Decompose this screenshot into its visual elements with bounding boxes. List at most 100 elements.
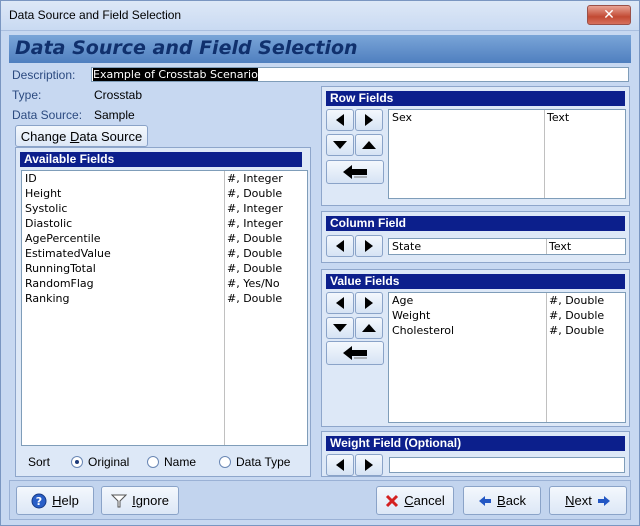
title-bar: Data Source and Field Selection ✕ [1, 1, 639, 31]
list-item[interactable]: EstimatedValue #, Double [22, 246, 307, 261]
add-value-field-button[interactable] [355, 292, 383, 314]
remove-all-value-fields-button[interactable] [326, 341, 384, 365]
big-arrow-left-icon [343, 346, 367, 360]
description-value: Example of Crosstab Scenario [93, 68, 258, 81]
data-source-label: Data Source: [12, 108, 83, 122]
list-item[interactable]: Sex Text [389, 110, 625, 125]
list-item[interactable]: Systolic #, Integer [22, 201, 307, 216]
list-item[interactable]: State Text [389, 239, 625, 254]
field-name: RunningTotal [25, 262, 96, 275]
add-row-field-button[interactable] [355, 109, 383, 131]
field-type: Text [547, 111, 570, 124]
big-arrow-left-icon [343, 165, 367, 179]
cancel-label: ancel [413, 493, 445, 508]
weight-field-header: Weight Field (Optional) [326, 436, 625, 451]
remove-all-row-fields-button[interactable] [326, 160, 384, 184]
dialog-window: Data Source and Field Selection ✕ Data S… [0, 0, 640, 526]
column-field-header: Column Field [326, 216, 625, 231]
list-item[interactable]: Height #, Double [22, 186, 307, 201]
field-name: Age [392, 294, 414, 307]
change-data-source-button[interactable]: Change Data Source [15, 125, 148, 147]
sort-name-radio[interactable]: Name [147, 455, 196, 469]
sort-label: Sort [28, 455, 51, 469]
field-type: #, Double [549, 324, 605, 337]
back-button[interactable]: Back [463, 486, 541, 515]
arrow-right-icon [365, 240, 373, 252]
remove-weight-field-button[interactable] [326, 454, 354, 476]
close-icon: ✕ [603, 7, 615, 23]
next-button[interactable]: Next [549, 486, 627, 515]
list-item[interactable]: ID #, Integer [22, 171, 307, 186]
heading-band: Data Source and Field Selection [9, 35, 631, 63]
list-item[interactable]: Ranking #, Double [22, 291, 307, 306]
arrow-up-icon [362, 141, 376, 149]
column-field-box[interactable]: State Text [388, 238, 626, 255]
row-fields-list[interactable]: Sex Text [388, 109, 626, 199]
cancel-accel: C [404, 493, 414, 508]
field-name: Height [25, 187, 62, 200]
arrow-right-icon [365, 459, 373, 471]
move-row-down-button[interactable] [326, 134, 354, 156]
field-type: Text [549, 240, 572, 253]
field-name: EstimatedValue [25, 247, 111, 260]
radio-selected-icon [71, 456, 83, 468]
field-name: Cholesterol [392, 324, 455, 337]
list-item[interactable]: RandomFlag #, Yes/No [22, 276, 307, 291]
arrow-down-icon [333, 324, 347, 332]
field-type: #, Double [227, 247, 283, 260]
remove-column-field-button[interactable] [326, 235, 354, 257]
column-field-panel: Column Field State Text [321, 211, 630, 263]
add-column-field-button[interactable] [355, 235, 383, 257]
sort-name-label: Name [164, 455, 197, 469]
type-value: Crosstab [94, 88, 143, 102]
back-label: ack [505, 493, 526, 508]
field-type: #, Integer [227, 217, 283, 230]
ignore-button[interactable]: Ignore [101, 486, 179, 515]
ignore-label: gnore [135, 493, 169, 508]
description-input[interactable]: Example of Crosstab Scenario [91, 67, 629, 82]
sort-bar: Sort Original Name Data Type [21, 450, 307, 474]
description-label: Description: [12, 68, 76, 82]
available-fields-list[interactable]: ID #, Integer Height #, Double Systolic #, In… [21, 170, 308, 446]
add-weight-field-button[interactable] [355, 454, 383, 476]
radio-unselected-icon [147, 456, 159, 468]
field-type: #, Integer [227, 202, 283, 215]
list-item[interactable]: RunningTotal #, Double [22, 261, 307, 276]
field-type: #, Double [227, 262, 283, 275]
remove-row-field-button[interactable] [326, 109, 354, 131]
list-item[interactable]: Cholesterol #, Double [389, 323, 625, 338]
cancel-x-icon [386, 494, 399, 507]
close-button[interactable]: ✕ [587, 5, 631, 25]
data-source-value: Sample [94, 108, 135, 122]
list-item[interactable]: AgePercentile #, Double [22, 231, 307, 246]
list-item[interactable]: Age #, Double [389, 293, 625, 308]
sort-data-type-label: Data Type [236, 455, 291, 469]
sort-original-radio[interactable]: Original [71, 455, 129, 469]
help-button[interactable]: ? Help [16, 486, 94, 515]
field-type: #, Double [549, 294, 605, 307]
arrow-down-icon [333, 141, 347, 149]
filter-icon [111, 494, 128, 507]
field-name: State [392, 240, 422, 253]
list-item[interactable]: Diastolic #, Integer [22, 216, 307, 231]
move-value-down-button[interactable] [326, 317, 354, 339]
value-fields-list[interactable]: Age #, Double Weight #, Double Cholesterol #,… [388, 292, 626, 423]
arrow-left-icon [336, 297, 344, 309]
list-item[interactable]: Weight #, Double [389, 308, 625, 323]
field-name: Sex [392, 111, 413, 124]
weight-field-box[interactable] [389, 457, 625, 473]
field-type: #, Double [549, 309, 605, 322]
window-title: Data Source and Field Selection [9, 8, 182, 22]
type-label: Type: [12, 88, 42, 102]
field-name: Diastolic [25, 217, 73, 230]
remove-value-field-button[interactable] [326, 292, 354, 314]
sort-data-type-radio[interactable]: Data Type [219, 455, 290, 469]
svg-text:?: ? [36, 495, 42, 508]
move-row-up-button[interactable] [355, 134, 383, 156]
move-value-up-button[interactable] [355, 317, 383, 339]
help-icon: ? [31, 493, 47, 508]
weight-field-panel: Weight Field (Optional) [321, 431, 630, 477]
arrow-left-icon [336, 459, 344, 471]
value-fields-header: Value Fields [326, 274, 625, 289]
cancel-button[interactable]: Cancel [376, 486, 454, 515]
